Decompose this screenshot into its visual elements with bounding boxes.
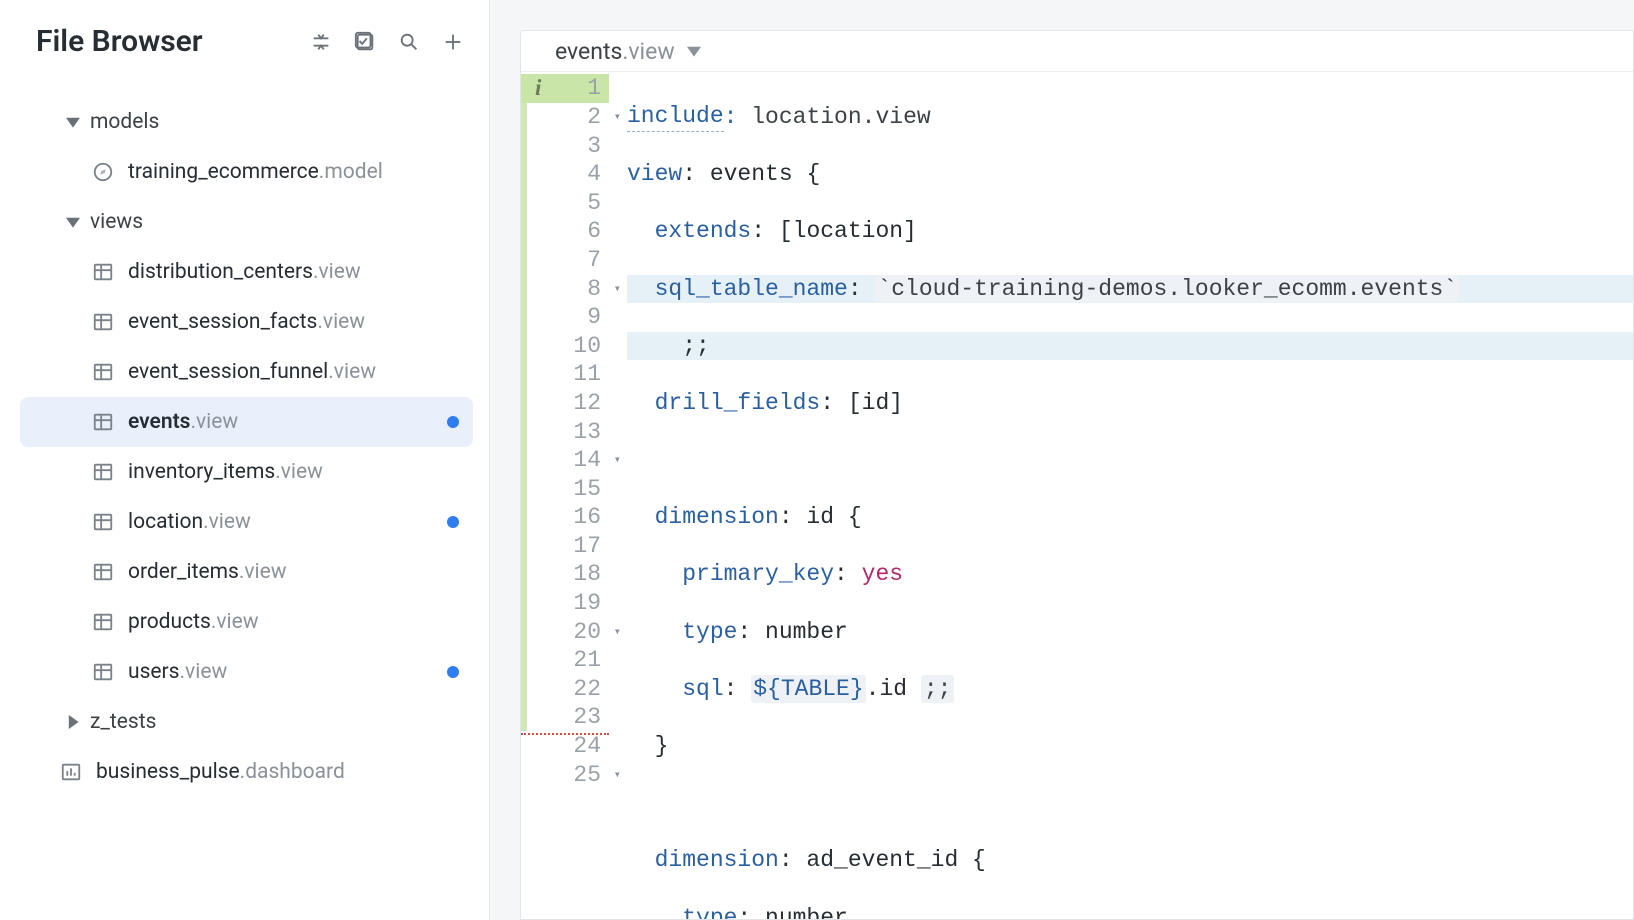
folder-z-tests[interactable]: z_tests [20,697,473,747]
folder-models[interactable]: models [20,97,473,147]
gutter-line-1[interactable]: i1 [521,74,609,103]
gutter-line-17[interactable]: 17 [521,532,609,561]
folder-models-children: training_ecommerce.model [20,147,473,197]
sidebar-actions [307,28,467,56]
file-tree: models training_ecommerce.model [20,97,473,797]
compass-icon [88,161,118,183]
gutter-line-11[interactable]: 11 [521,360,609,389]
fold-arrow-icon[interactable]: ▾ [614,618,621,647]
file-business-pulse-dashboard[interactable]: business_pulse.dashboard [20,747,473,797]
gutter-line-9[interactable]: 9 [521,303,609,332]
gutter-line-22[interactable]: 22 [521,675,609,704]
editor-card: events.view i1 2▾ 3 4 5 6 7 8▾ [520,30,1634,920]
table-icon [88,511,118,533]
sidebar-header: File Browser [20,24,473,79]
gutter-line-6[interactable]: 6 [521,217,609,246]
gutter-line-16[interactable]: 16 [521,503,609,532]
code-content[interactable]: include: location.view view: events { ex… [609,72,1633,919]
gutter-line-18[interactable]: 18 [521,560,609,589]
file-distribution-centers-view[interactable]: distribution_centers.view [20,247,473,297]
fold-arrow-icon[interactable]: ▾ [614,446,621,475]
file-users-view[interactable]: users.view [20,647,473,697]
code-editor[interactable]: i1 2▾ 3 4 5 6 7 8▾ 9 10 11 12 13 14▾ 15 … [521,72,1633,919]
file-location-view[interactable]: location.view [20,497,473,547]
fold-arrow-icon[interactable]: ▾ [614,761,621,790]
editor-tabbar: events.view [521,31,1633,72]
table-icon [88,261,118,283]
chevron-down-icon [687,44,701,58]
gutter-line-14[interactable]: 14▾ [521,446,609,475]
modified-dot-icon [447,416,459,428]
gutter-line-7[interactable]: 7 [521,246,609,275]
file-training-ecommerce-model[interactable]: training_ecommerce.model [20,147,473,197]
gutter-line-20[interactable]: 20▾ [521,618,609,647]
gutter-line-3[interactable]: 3 [521,132,609,161]
app-root: File Browser [0,0,1634,920]
gutter-line-23[interactable]: 23 [521,703,609,732]
search-icon[interactable] [395,28,423,56]
gutter-line-12[interactable]: 12 [521,389,609,418]
table-icon [88,411,118,433]
gutter-line-2[interactable]: 2▾ [521,103,609,132]
add-icon[interactable] [439,28,467,56]
caret-down-icon [56,215,90,229]
folder-views[interactable]: views [20,197,473,247]
file-order-items-view[interactable]: order_items.view [20,547,473,597]
table-icon [88,461,118,483]
table-icon [88,661,118,683]
caret-right-icon [56,715,90,729]
caret-down-icon [56,115,90,129]
gutter-line-10[interactable]: 10 [521,332,609,361]
validate-icon[interactable] [351,28,379,56]
file-events-view[interactable]: events.view [20,397,473,447]
gutter-line-13[interactable]: 13 [521,418,609,447]
file-event-session-facts-view[interactable]: event_session_facts.view [20,297,473,347]
gutter-line-19[interactable]: 19 [521,589,609,618]
table-icon [88,561,118,583]
gutter-line-5[interactable]: 5 [521,189,609,218]
editor-gutter: i1 2▾ 3 4 5 6 7 8▾ 9 10 11 12 13 14▾ 15 … [521,72,609,919]
file-event-session-funnel-view[interactable]: event_session_funnel.view [20,347,473,397]
gutter-line-8[interactable]: 8▾ [521,275,609,304]
editor-tab-events[interactable]: events.view [555,38,701,65]
gutter-line-15[interactable]: 15 [521,475,609,504]
dashboard-icon [56,761,86,783]
info-icon: i [535,74,541,103]
table-icon [88,611,118,633]
table-icon [88,361,118,383]
sidebar-title: File Browser [36,24,203,59]
fold-arrow-icon[interactable]: ▾ [614,103,621,132]
collapse-panels-icon[interactable] [307,28,335,56]
file-inventory-items-view[interactable]: inventory_items.view [20,447,473,497]
file-browser-sidebar: File Browser [0,0,490,920]
gutter-line-25[interactable]: 25▾ [521,761,609,790]
modified-dot-icon [447,666,459,678]
gutter-line-4[interactable]: 4 [521,160,609,189]
editor-pane: events.view i1 2▾ 3 4 5 6 7 8▾ [490,0,1634,920]
folder-views-children: distribution_centers.view event_session_… [20,247,473,697]
table-icon [88,311,118,333]
gutter-line-24[interactable]: 24 [521,732,609,761]
gutter-line-21[interactable]: 21 [521,646,609,675]
fold-arrow-icon[interactable]: ▾ [614,275,621,304]
modified-dot-icon [447,516,459,528]
file-products-view[interactable]: products.view [20,597,473,647]
